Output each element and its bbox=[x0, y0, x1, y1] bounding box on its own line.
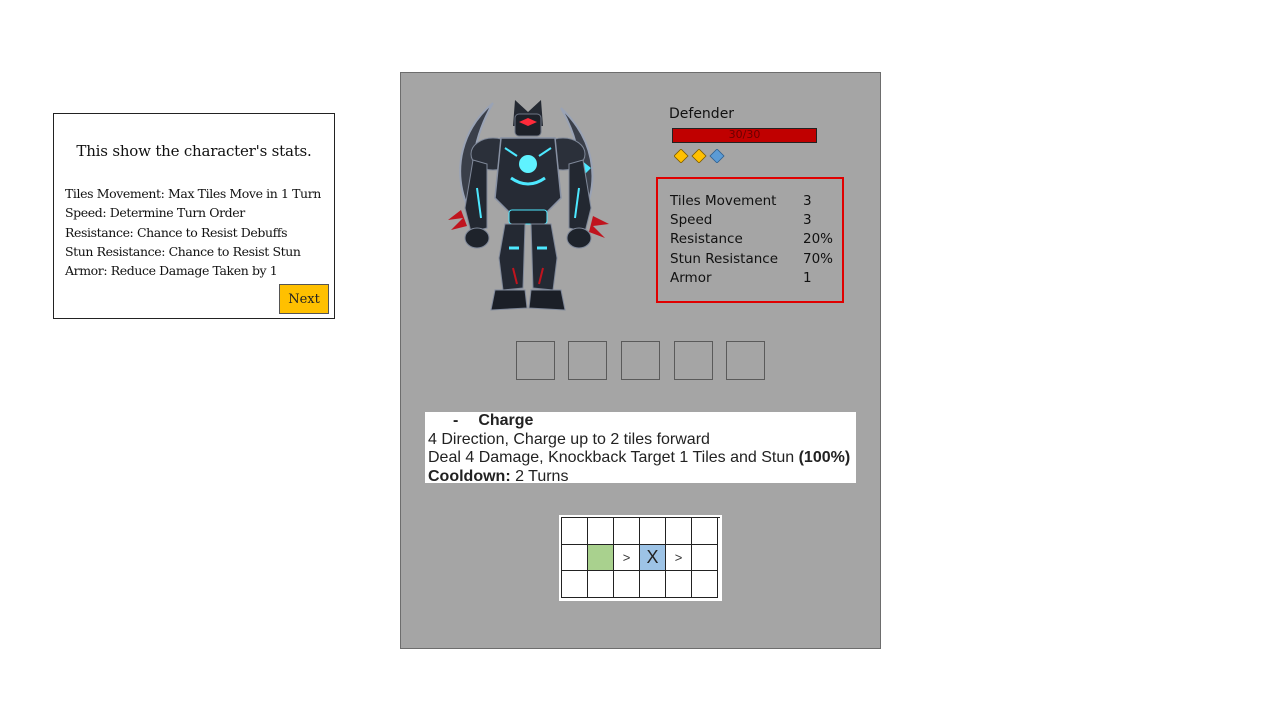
skill-line-1: 4 Direction, Charge up to 2 tiles forwar… bbox=[428, 430, 710, 448]
stat-label: Armor bbox=[670, 270, 712, 286]
skill-slot-2[interactable] bbox=[568, 341, 607, 380]
skill-line-2-text: Deal 4 Damage, Knockback Target 1 Tiles … bbox=[428, 449, 799, 466]
grid-cell bbox=[640, 571, 666, 599]
grid-cell bbox=[640, 518, 666, 545]
stat-value: 3 bbox=[803, 193, 812, 209]
grid-cell bbox=[692, 518, 718, 545]
grid-cell-arrow: > bbox=[614, 544, 640, 572]
stat-row-tiles-movement: Tiles Movement 3 bbox=[670, 193, 812, 209]
grid-cell bbox=[614, 518, 640, 545]
character-name: Defender bbox=[669, 106, 735, 122]
stat-row-resistance: Resistance 20% bbox=[670, 231, 833, 247]
skill-name: Charge bbox=[478, 412, 534, 429]
grid-cell-target: X bbox=[640, 544, 666, 572]
grid-cell bbox=[692, 571, 718, 599]
tutorial-lines: Tiles Movement: Max Tiles Move in 1 Turn… bbox=[65, 184, 321, 280]
stat-label: Resistance bbox=[670, 231, 743, 247]
health-bar: 30/30 bbox=[672, 128, 817, 143]
gold-diamond-icon bbox=[674, 149, 689, 163]
stat-value: 70% bbox=[803, 251, 834, 267]
stat-label: Tiles Movement bbox=[670, 193, 777, 209]
grid-cell bbox=[562, 518, 588, 545]
health-text: 30/30 bbox=[728, 128, 761, 141]
stat-label: Speed bbox=[670, 212, 713, 228]
range-grid-cells: > X > bbox=[561, 517, 720, 599]
skill-bullet: - bbox=[453, 412, 459, 429]
skill-stun-chance: (100%) bbox=[798, 449, 851, 466]
grid-cell-arrow: > bbox=[666, 544, 692, 572]
defender-portrait bbox=[448, 100, 609, 311]
skill-description: - Charge 4 Direction, Charge up to 2 tile… bbox=[425, 412, 856, 483]
skill-heading: - Charge bbox=[428, 412, 856, 431]
stats-box: Tiles Movement 3 Speed 3 Resistance 20% … bbox=[656, 177, 844, 303]
range-grid: > X > bbox=[559, 515, 722, 601]
tutorial-line: Resistance: Chance to Resist Debuffs bbox=[65, 224, 288, 240]
tutorial-line: Tiles Movement: Max Tiles Move in 1 Turn bbox=[65, 186, 321, 201]
stat-row-armor: Armor 1 bbox=[670, 270, 812, 286]
stat-value: 1 bbox=[803, 270, 812, 286]
grid-cell-origin bbox=[588, 544, 614, 572]
stat-value: 20% bbox=[803, 231, 834, 247]
skill-cooldown: Cooldown: 2 Turns bbox=[428, 468, 856, 484]
grid-cell bbox=[692, 544, 718, 572]
cooldown-label: Cooldown: bbox=[428, 467, 511, 484]
blue-diamond-icon bbox=[709, 149, 725, 163]
stat-row-speed: Speed 3 bbox=[670, 212, 812, 228]
grid-cell bbox=[666, 571, 692, 599]
stat-value: 3 bbox=[803, 212, 812, 228]
grid-cell bbox=[588, 571, 614, 599]
stat-label: Stun Resistance bbox=[670, 251, 779, 267]
tutorial-line: Armor: Reduce Damage Taken by 1 bbox=[65, 263, 278, 279]
tutorial-title: This show the character's stats. bbox=[76, 142, 312, 160]
character-panel: Defender 30/30 Tiles Movement 3 Speed 3 … bbox=[400, 72, 881, 649]
skill-slot-1[interactable] bbox=[516, 341, 555, 380]
stat-row-stun-resistance: Stun Resistance 70% bbox=[670, 251, 833, 267]
gold-diamond-icon bbox=[691, 149, 707, 163]
cooldown-value: 2 Turns bbox=[510, 467, 569, 484]
grid-cell bbox=[562, 571, 588, 599]
grid-cell bbox=[588, 518, 614, 545]
grid-cell bbox=[666, 518, 692, 545]
tutorial-line: Stun Resistance: Chance to Resist Stun bbox=[65, 243, 301, 259]
skill-slot-5[interactable] bbox=[726, 341, 765, 380]
ability-diamonds bbox=[674, 149, 725, 163]
skill-slot-4[interactable] bbox=[674, 341, 713, 380]
tutorial-line: Speed: Determine Turn Order bbox=[65, 205, 245, 221]
skill-slot-3[interactable] bbox=[621, 341, 660, 380]
tutorial-box: This show the character's stats. Tiles M… bbox=[53, 113, 335, 319]
skill-line-2: Deal 4 Damage, Knockback Target 1 Tiles … bbox=[428, 449, 856, 468]
grid-cell bbox=[562, 544, 588, 572]
grid-cell bbox=[614, 571, 640, 599]
next-button[interactable]: Next bbox=[279, 284, 329, 314]
